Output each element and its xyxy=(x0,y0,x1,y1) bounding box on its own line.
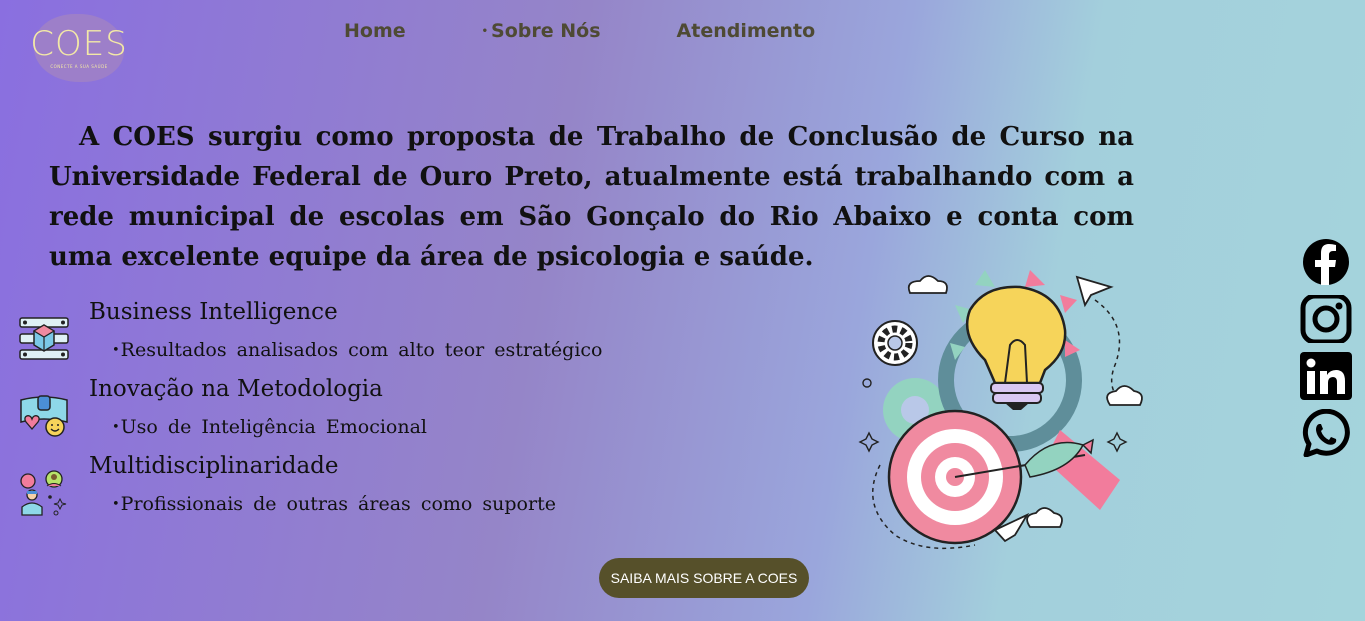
coes-logo[interactable]: COES CONECTE A SUA SAÚDE xyxy=(30,14,127,82)
main-nav: Home • Sobre Nós Atendimento xyxy=(330,20,815,42)
feature-detail: •Uso de Inteligência Emocional xyxy=(112,416,427,438)
feature-detail: •Resultados analisados com alto teor est… xyxy=(112,339,603,361)
feature-detail-text: Uso de Inteligência Emocional xyxy=(120,416,427,438)
nav-about-label: Sobre Nós xyxy=(491,20,601,42)
learn-more-button[interactable]: SAIBA MAIS SOBRE A COES xyxy=(599,558,809,598)
instagram-icon[interactable] xyxy=(1298,295,1354,343)
feature-title: Inovação na Metodologia xyxy=(89,376,383,402)
intro-paragraph: A COES surgiu como proposta de Trabalho … xyxy=(49,122,1134,272)
server-cube-icon xyxy=(19,317,69,360)
team-chat-icon xyxy=(20,470,67,516)
nav-contact[interactable]: Atendimento xyxy=(677,20,816,42)
feature-bullet: • xyxy=(112,343,120,358)
ideas-target-illustration xyxy=(858,270,1143,550)
feature-bullet: • xyxy=(112,420,120,435)
feature-detail-text: Profissionais de outras áreas como supor… xyxy=(120,493,556,515)
feature-bullet: • xyxy=(112,497,120,512)
whatsapp-icon[interactable] xyxy=(1298,409,1354,457)
nav-active-bullet: • xyxy=(481,26,489,37)
logo-tagline: CONECTE A SUA SAÚDE xyxy=(50,64,108,69)
linkedin-icon[interactable] xyxy=(1298,352,1354,400)
facebook-icon[interactable] xyxy=(1298,238,1354,286)
social-links xyxy=(1298,238,1354,466)
feature-title: Multidisciplinaridade xyxy=(89,453,339,479)
feedback-emoji-icon xyxy=(20,395,68,437)
logo-mark: COES xyxy=(30,24,128,64)
feature-detail-text: Resultados analisados com alto teor estr… xyxy=(120,339,603,361)
nav-about[interactable]: • Sobre Nós xyxy=(482,20,601,42)
nav-home[interactable]: Home xyxy=(344,20,406,42)
feature-detail: •Profissionais de outras áreas como supo… xyxy=(112,493,556,515)
feature-title: Business Intelligence xyxy=(89,299,338,325)
